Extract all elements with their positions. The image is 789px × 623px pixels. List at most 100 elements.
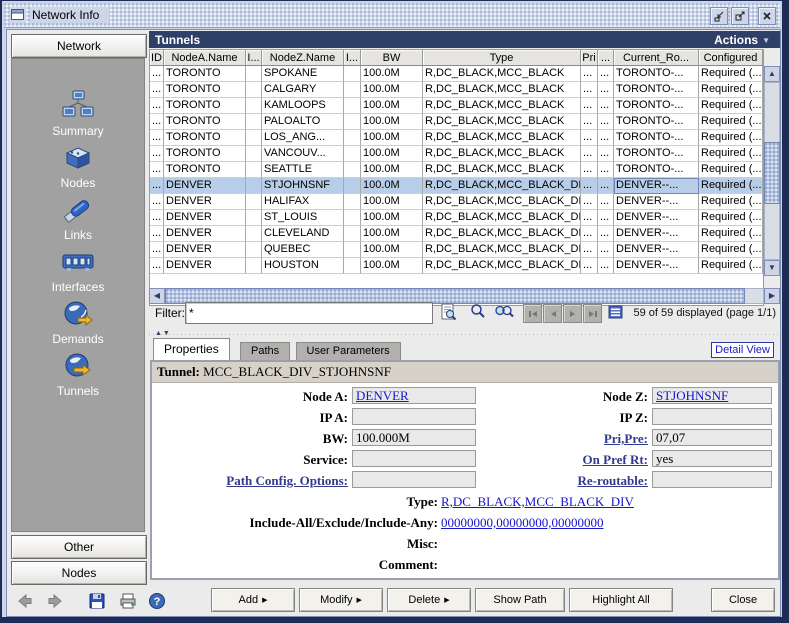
vertical-scrollbar-thumb[interactable]: [764, 142, 780, 204]
column-header-configured[interactable]: Configured: [699, 50, 763, 66]
filter-preview-icon[interactable]: [437, 302, 459, 322]
table-row[interactable]: ...TORONTOLOS_ANG...100.0MR,DC_BLACK,MCC…: [150, 130, 763, 146]
scroll-left-icon[interactable]: ◀: [149, 288, 165, 304]
table-cell: R,DC_BLACK,MCC_BLACK_DIV: [423, 226, 581, 242]
previous-page-icon[interactable]: [543, 304, 562, 323]
table-cell: ...: [150, 98, 164, 114]
table-cell: DENVER: [164, 258, 246, 274]
table-row[interactable]: ...DENVERQUEBEC100.0MR,DC_BLACK,MCC_BLAC…: [150, 242, 763, 258]
sidebar-button-network[interactable]: Network: [11, 34, 147, 58]
node-a-value[interactable]: DENVER: [356, 388, 409, 403]
table-cell: [246, 114, 262, 130]
column-header-bw[interactable]: BW: [361, 50, 423, 66]
table-cell: R,DC_BLACK,MCC_BLACK_DIV: [423, 210, 581, 226]
tab-properties[interactable]: Properties: [153, 338, 230, 360]
table-cell: 100.0M: [361, 82, 423, 98]
back-icon[interactable]: [15, 591, 35, 611]
table-cell: ...: [598, 162, 614, 178]
scroll-up-icon[interactable]: ▲: [764, 66, 780, 82]
table-cell: Required (...: [699, 98, 763, 114]
next-page-icon[interactable]: [563, 304, 582, 323]
maximize-icon[interactable]: [731, 7, 749, 25]
table-row[interactable]: ...DENVERST_LOUIS100.0MR,DC_BLACK,MCC_BL…: [150, 210, 763, 226]
table-row[interactable]: ...TORONTOPALOALTO100.0MR,DC_BLACK,MCC_B…: [150, 114, 763, 130]
delete-button[interactable]: Delete▶: [387, 588, 471, 612]
close-icon[interactable]: [758, 7, 776, 25]
list-view-icon[interactable]: [605, 302, 627, 322]
search-icon[interactable]: [467, 302, 489, 322]
sidebar-button-other[interactable]: Other: [11, 535, 147, 559]
tab-user-parameters[interactable]: User Parameters: [296, 342, 401, 360]
column-header-[interactable]: ...: [598, 50, 614, 66]
table-cell: 100.0M: [361, 98, 423, 114]
last-page-icon[interactable]: [583, 304, 602, 323]
sidebar-item-links[interactable]: Links: [12, 193, 144, 245]
detail-view-link[interactable]: Detail View: [711, 342, 774, 358]
sidebar-item-demands[interactable]: Demands: [12, 297, 144, 349]
column-header-current-ro[interactable]: Current_Ro...: [614, 50, 699, 66]
print-icon[interactable]: [117, 591, 137, 611]
table-row[interactable]: ...TORONTOSPOKANE100.0MR,DC_BLACK,MCC_BL…: [150, 66, 763, 82]
save-icon[interactable]: [87, 591, 107, 611]
path-config-options-field: [352, 471, 476, 488]
scroll-down-icon[interactable]: ▼: [764, 260, 780, 276]
title-bar[interactable]: Network Info: [4, 3, 780, 28]
table-cell: VANCOUV...: [262, 146, 344, 162]
sidebar-item-tunnels[interactable]: Tunnels: [12, 349, 144, 401]
column-header-nodez-name[interactable]: NodeZ.Name: [262, 50, 344, 66]
table-cell: ...: [581, 178, 598, 194]
column-header-type[interactable]: Type: [423, 50, 581, 66]
table-cell: ...: [598, 210, 614, 226]
add-button[interactable]: Add▶: [211, 588, 295, 612]
include-all-exclude-include-any-value[interactable]: 00000000,00000000,00000000: [441, 515, 604, 530]
table-row[interactable]: ...DENVERSTJOHNSNF100.0MR,DC_BLACK,MCC_B…: [150, 178, 763, 194]
table-cell: ...: [150, 82, 164, 98]
column-header-id[interactable]: ID: [150, 50, 164, 66]
table-cell: Required (...: [699, 66, 763, 82]
actions-menu[interactable]: Actions▼: [714, 33, 770, 47]
table-row[interactable]: ...TORONTOSEATTLE100.0MR,DC_BLACK,MCC_BL…: [150, 162, 763, 178]
column-header-i[interactable]: I...: [344, 50, 361, 66]
sidebar-button-nodes[interactable]: Nodes: [11, 561, 147, 585]
re-routable-label[interactable]: Re-routable:: [474, 473, 648, 489]
node-a-label: Node A:: [152, 389, 348, 405]
filter-input[interactable]: [185, 302, 433, 324]
on-pref-rt-label[interactable]: On Pref Rt:: [474, 452, 648, 468]
column-header-pri[interactable]: Pri: [581, 50, 598, 66]
help-icon[interactable]: ?: [147, 591, 167, 611]
sidebar-item-summary[interactable]: Summary: [12, 89, 144, 141]
table-cell: [246, 162, 262, 178]
splitter-handle[interactable]: ▲▼: [149, 330, 780, 338]
table-cell: DENVER: [164, 210, 246, 226]
minimize-icon[interactable]: [710, 7, 728, 25]
tab-paths[interactable]: Paths: [240, 342, 290, 360]
highlight-all-button[interactable]: Highlight All: [569, 588, 673, 612]
search-next-icon[interactable]: [493, 302, 515, 322]
pri-pre-label[interactable]: Pri,Pre:: [474, 431, 648, 447]
node-z-value[interactable]: STJOHNSNF: [656, 388, 728, 403]
table-row[interactable]: ...TORONTOVANCOUV...100.0MR,DC_BLACK,MCC…: [150, 146, 763, 162]
sidebar-item-nodes[interactable]: Nodes: [12, 141, 144, 193]
scroll-right-icon[interactable]: ▶: [764, 288, 780, 304]
show-path-button[interactable]: Show Path: [475, 588, 565, 612]
column-header-nodea-name[interactable]: NodeA.Name: [164, 50, 246, 66]
table-row[interactable]: ...TORONTOCALGARY100.0MR,DC_BLACK,MCC_BL…: [150, 82, 763, 98]
sidebar-item-interfaces[interactable]: Interfaces: [12, 245, 144, 297]
table-row[interactable]: ...DENVERHOUSTON100.0MR,DC_BLACK,MCC_BLA…: [150, 258, 763, 274]
table-row[interactable]: ...TORONTOKAMLOOPS100.0MR,DC_BLACK,MCC_B…: [150, 98, 763, 114]
forward-icon[interactable]: [45, 591, 65, 611]
ip-a-field: [352, 408, 476, 425]
table-row[interactable]: ...DENVERCLEVELAND100.0MR,DC_BLACK,MCC_B…: [150, 226, 763, 242]
column-header-i[interactable]: I...: [246, 50, 262, 66]
path-config-options-label[interactable]: Path Config. Options:: [152, 473, 348, 489]
close-button[interactable]: Close: [711, 588, 775, 612]
table-cell: ...: [598, 194, 614, 210]
table-row[interactable]: ...DENVERHALIFAX100.0MR,DC_BLACK,MCC_BLA…: [150, 194, 763, 210]
table-cell: [246, 178, 262, 194]
first-page-icon[interactable]: [523, 304, 542, 323]
sidebar-item-label: Interfaces: [12, 280, 144, 294]
table-cell: R,DC_BLACK,MCC_BLACK: [423, 66, 581, 82]
type-value[interactable]: R,DC_BLACK,MCC_BLACK_DIV: [441, 494, 634, 509]
table-cell: 100.0M: [361, 210, 423, 226]
modify-button[interactable]: Modify▶: [299, 588, 383, 612]
